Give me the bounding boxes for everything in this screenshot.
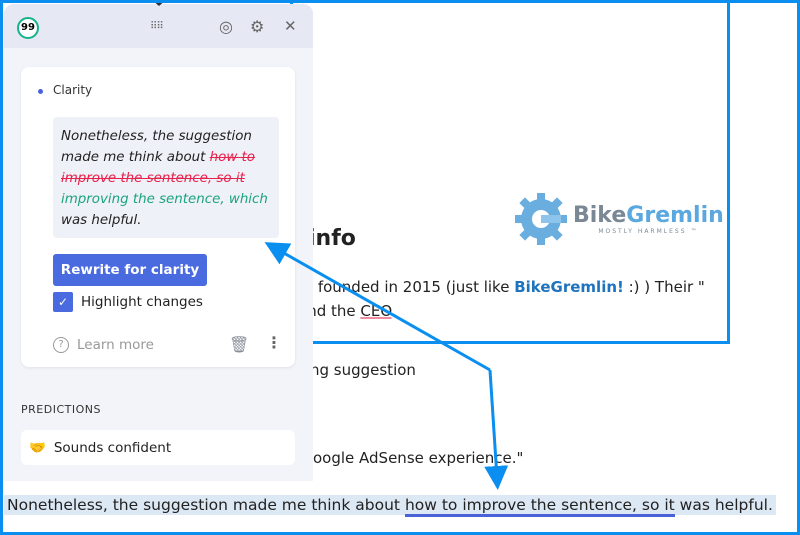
prediction-label: Sounds confident [53,439,172,456]
category-dot-icon [38,89,43,94]
flagged-phrase[interactable]: how to improve the sentence, so it [404,496,675,517]
drag-handle-icon[interactable]: ⠿⠿ [150,21,164,32]
learn-more-link[interactable]: ? Learn more [53,337,154,353]
goals-target-icon[interactable]: ◎ [219,17,233,36]
category-label: Clarity [53,83,93,97]
inserted-text: improving the sentence, which [61,192,268,207]
highlight-label[interactable]: Highlight changes [81,294,203,310]
suggestion-preview[interactable]: Nonetheless, the suggestion made me thin… [53,117,279,238]
text: Nonetheless, the suggestion made me thin… [7,496,405,514]
close-icon[interactable]: ✕ [284,17,297,35]
gear-icon[interactable]: ⚙ [250,17,264,36]
more-options-icon[interactable]: ⋮ [266,333,282,352]
help-icon: ? [53,337,69,353]
app-logo[interactable]: 99 [17,17,39,39]
highlight-checkbox[interactable]: ✓ [53,292,73,312]
highlighted-sentence: Nonetheless, the suggestion made me thin… [4,495,776,517]
trash-icon[interactable]: 🗑 [229,335,249,354]
paragraph-line: sing suggestion [298,361,416,379]
prediction-item[interactable]: 🤝 Sounds confident [21,430,295,465]
paragraph-line: oogle AdSense experience." [313,449,524,467]
assistant-panel: 99 ⠿⠿ ◎ ⚙ ✕ Clarity Nonetheless, the sug… [4,4,313,481]
panel-header: 99 ⠿⠿ ◎ ⚙ ✕ [4,4,313,48]
learn-more-label: Learn more [77,337,154,353]
handshake-icon: 🤝 [29,439,46,456]
predictions-heading: PREDICTIONS [21,403,101,416]
suggestion-card: Clarity Nonetheless, the suggestion made… [21,67,295,367]
text: was helpful. [61,213,142,228]
rewrite-button[interactable]: Rewrite for clarity [53,254,207,286]
text: was helpful. [674,496,773,514]
annotation-box [290,0,730,344]
